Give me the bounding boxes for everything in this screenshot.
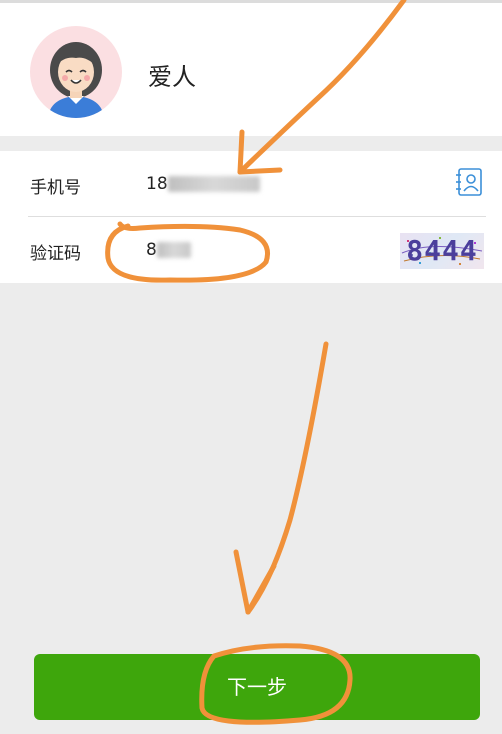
arrow-head-left	[233, 549, 251, 615]
code-value-redacted	[156, 242, 191, 258]
phone-input[interactable]: 18	[146, 171, 266, 197]
code-label: 验证码	[30, 244, 81, 264]
captcha-text: 8444	[406, 234, 478, 267]
captcha-image[interactable]: 8444	[400, 233, 484, 269]
arrow-to-next-button	[245, 341, 329, 615]
contact-name: 爱人	[148, 63, 196, 91]
arrow-head-right	[245, 563, 277, 615]
phone-label: 手机号	[30, 178, 81, 198]
female-avatar-icon	[30, 26, 122, 118]
next-step-button[interactable]: 下一步	[34, 654, 480, 720]
phone-value-visible: 18	[146, 174, 168, 194]
code-input[interactable]: 8	[146, 237, 266, 263]
code-value-visible: 8	[146, 240, 157, 260]
phone-value-redacted	[167, 176, 260, 192]
contacts-icon[interactable]	[455, 167, 483, 197]
contact-card: 爱人	[0, 0, 502, 136]
phone-row: 手机号 18	[0, 151, 502, 217]
